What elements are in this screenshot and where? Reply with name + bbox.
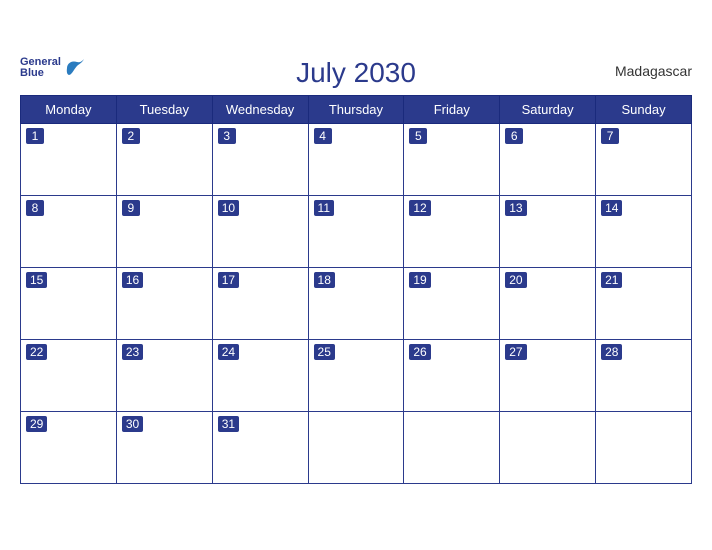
header-sunday: Sunday: [596, 95, 692, 123]
day-number: 9: [122, 200, 140, 216]
calendar-title: July 2030: [20, 57, 692, 89]
calendar-week-row: 22 23 24 25 26 27 28: [21, 339, 692, 411]
day-number: 8: [26, 200, 44, 216]
day-number: 25: [314, 344, 335, 360]
calendar-day-cell: 27: [500, 339, 596, 411]
calendar-day-cell: 28: [596, 339, 692, 411]
calendar-day-cell: 11: [308, 195, 404, 267]
calendar-day-cell: 15: [21, 267, 117, 339]
calendar-day-cell: [500, 411, 596, 483]
day-number: 5: [409, 128, 427, 144]
calendar-day-cell: 18: [308, 267, 404, 339]
day-number: 28: [601, 344, 622, 360]
day-number: 6: [505, 128, 523, 144]
day-number: 31: [218, 416, 239, 432]
calendar-day-cell: 17: [212, 267, 308, 339]
day-number: 2: [122, 128, 140, 144]
header-monday: Monday: [21, 95, 117, 123]
header-thursday: Thursday: [308, 95, 404, 123]
day-number: 7: [601, 128, 619, 144]
calendar-day-cell: 13: [500, 195, 596, 267]
calendar-day-cell: 5: [404, 123, 500, 195]
logo-area: General Blue: [20, 57, 85, 79]
calendar-day-cell: 31: [212, 411, 308, 483]
calendar-wrapper: General Blue July 2030 Madagascar Monday…: [0, 47, 712, 504]
logo-blue-text: Blue: [20, 68, 61, 79]
day-number: 29: [26, 416, 47, 432]
calendar-day-cell: 10: [212, 195, 308, 267]
calendar-day-cell: 25: [308, 339, 404, 411]
calendar-week-row: 15 16 17 18 19 20 21: [21, 267, 692, 339]
day-number: 20: [505, 272, 526, 288]
logo-bird-icon: [63, 58, 85, 78]
calendar-day-cell: 2: [116, 123, 212, 195]
calendar-thead: Monday Tuesday Wednesday Thursday Friday…: [21, 95, 692, 123]
day-number: 4: [314, 128, 332, 144]
day-number: 27: [505, 344, 526, 360]
calendar-week-row: 29 30 31: [21, 411, 692, 483]
calendar-day-cell: [596, 411, 692, 483]
day-number: 11: [314, 200, 334, 216]
calendar-day-cell: 20: [500, 267, 596, 339]
calendar-day-cell: 3: [212, 123, 308, 195]
calendar-day-cell: 19: [404, 267, 500, 339]
calendar-day-cell: 21: [596, 267, 692, 339]
calendar-day-cell: 9: [116, 195, 212, 267]
calendar-day-cell: 29: [21, 411, 117, 483]
calendar-country: Madagascar: [615, 63, 692, 79]
calendar-day-cell: 12: [404, 195, 500, 267]
calendar-day-cell: 22: [21, 339, 117, 411]
day-number: 18: [314, 272, 335, 288]
day-number: 3: [218, 128, 236, 144]
calendar-header: General Blue July 2030 Madagascar: [20, 57, 692, 89]
day-number: 24: [218, 344, 239, 360]
calendar-body: 1234567891011121314151617181920212223242…: [21, 123, 692, 483]
day-number: 10: [218, 200, 239, 216]
day-number: 19: [409, 272, 430, 288]
calendar-day-cell: 7: [596, 123, 692, 195]
header-tuesday: Tuesday: [116, 95, 212, 123]
day-number: 23: [122, 344, 143, 360]
calendar-day-cell: 1: [21, 123, 117, 195]
calendar-day-cell: 26: [404, 339, 500, 411]
header-saturday: Saturday: [500, 95, 596, 123]
day-number: 26: [409, 344, 430, 360]
day-number: 22: [26, 344, 47, 360]
day-number: 1: [26, 128, 44, 144]
header-friday: Friday: [404, 95, 500, 123]
calendar-day-cell: 16: [116, 267, 212, 339]
calendar-day-cell: 6: [500, 123, 596, 195]
calendar-day-cell: 23: [116, 339, 212, 411]
day-number: 14: [601, 200, 622, 216]
calendar-table: Monday Tuesday Wednesday Thursday Friday…: [20, 95, 692, 484]
logo-general-text: General: [20, 57, 61, 68]
day-number: 17: [218, 272, 239, 288]
day-number: 21: [601, 272, 622, 288]
header-wednesday: Wednesday: [212, 95, 308, 123]
calendar-week-row: 1 2 3 4 5 6 7: [21, 123, 692, 195]
weekday-header-row: Monday Tuesday Wednesday Thursday Friday…: [21, 95, 692, 123]
calendar-day-cell: 14: [596, 195, 692, 267]
calendar-day-cell: 4: [308, 123, 404, 195]
day-number: 16: [122, 272, 143, 288]
calendar-day-cell: [404, 411, 500, 483]
calendar-day-cell: 8: [21, 195, 117, 267]
calendar-day-cell: [308, 411, 404, 483]
day-number: 13: [505, 200, 526, 216]
calendar-week-row: 8 9 10 11 12 13 14: [21, 195, 692, 267]
day-number: 12: [409, 200, 430, 216]
calendar-day-cell: 30: [116, 411, 212, 483]
day-number: 15: [26, 272, 47, 288]
calendar-day-cell: 24: [212, 339, 308, 411]
day-number: 30: [122, 416, 143, 432]
